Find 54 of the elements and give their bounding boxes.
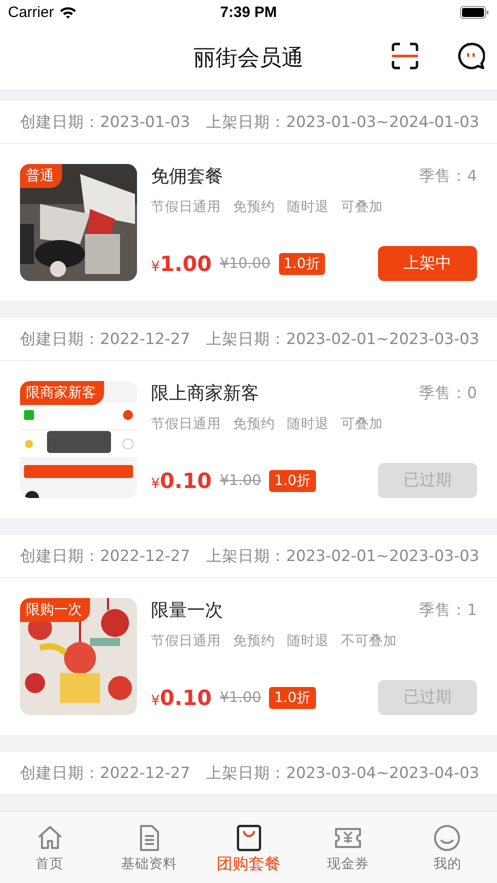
season-sales: 季售：1 [419,600,477,620]
listing-period: 上架日期：2023-02-01~2023-03-03 [206,546,480,566]
listing-period: 上架日期：2023-01-03~2024-01-03 [206,112,480,132]
discount-tag: 1.0折 [269,686,316,708]
package-name: 限量一次 [151,599,223,622]
package-badge: 限购一次 [20,598,90,622]
discount-tag: 1.0折 [278,252,325,274]
package-tag: 免预约 [233,632,275,650]
tab-item[interactable]: 现金券 [298,812,398,883]
sale-price: ¥1.00 [151,252,212,276]
original-price: ¥1.00 [220,690,262,706]
home-icon [36,824,64,852]
season-sales: 季售：4 [419,166,477,186]
package-badge: 普通 [20,164,62,188]
tab-item[interactable]: 首页 [0,812,100,883]
app-title: 丽街会员通 [194,44,304,72]
smiley-icon [433,824,462,852]
created-date: 创建日期：2022-12-27 [20,546,190,566]
package-name: 免佣套餐 [151,165,223,188]
discount-tag: 1.0折 [269,470,316,492]
package-tag: 不可叠加 [341,632,397,650]
wifi-icon [58,6,77,19]
tab-item[interactable]: 基础资料 [99,812,199,883]
listing-period: 上架日期：2023-02-01~2023-03-03 [206,328,480,350]
package-tag: 节假日通用 [151,632,221,650]
package-tag: 随时退 [287,198,329,216]
package-tag: 节假日通用 [151,415,221,433]
chat-icon[interactable] [457,42,485,70]
package-tag: 可叠加 [341,415,383,433]
tab-item[interactable]: 团购套餐 [198,812,298,883]
shopping-bag-icon [234,824,263,852]
package-tag: 免预约 [233,198,275,216]
listing-period: 上架日期：2023-03-04~2023-04-03 [206,762,480,784]
season-sales: 季售：0 [419,382,477,404]
created-date: 创建日期：2022-12-27 [20,762,190,784]
package-tag: 随时退 [287,632,329,650]
sale-price: ¥0.10 [151,468,212,492]
clock-time: 7:39 PM [219,4,278,21]
package-badge: 限商家新客 [20,381,104,405]
status-button[interactable]: 上架中 [378,246,477,281]
package-tag: 节假日通用 [151,198,221,216]
package-tag: 可叠加 [341,198,383,216]
package-tag: 免预约 [233,415,275,433]
original-price: ¥10.00 [220,256,270,272]
package-tag: 随时退 [287,415,329,433]
created-date: 创建日期：2023-01-03 [20,112,190,132]
carrier-label: Carrier [8,4,54,21]
battery-icon [460,6,489,19]
package-name: 限上商家新客 [151,382,259,405]
created-date: 创建日期：2022-12-27 [20,328,190,350]
tab-item[interactable]: 我的 [398,812,497,883]
sale-price: ¥0.10 [151,686,212,710]
original-price: ¥1.00 [220,472,262,488]
scan-icon[interactable] [391,42,419,70]
